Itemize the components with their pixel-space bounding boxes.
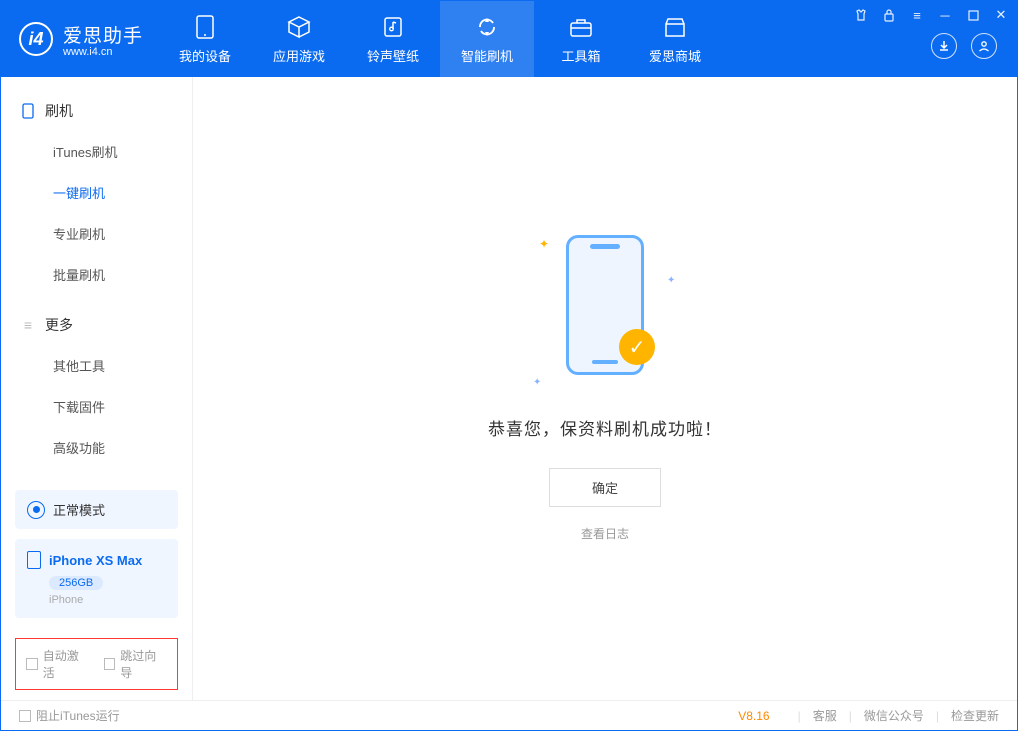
tab-my-device[interactable]: 我的设备 <box>158 1 252 77</box>
window-controls: ≡ ─ ✕ <box>853 7 1009 23</box>
ok-button[interactable]: 确定 <box>549 468 661 507</box>
sidebar-item-itunes-flash[interactable]: iTunes刷机 <box>53 131 192 172</box>
group-title: 刷机 <box>45 101 73 121</box>
user-icon[interactable] <box>971 33 997 59</box>
device-mode-card[interactable]: 正常模式 <box>15 490 178 529</box>
footer-link-update[interactable]: 检查更新 <box>951 707 999 724</box>
tab-label: 我的设备 <box>179 46 231 65</box>
success-illustration: ✦ ✦ ✦ ✓ <box>545 235 665 395</box>
checkmark-badge-icon: ✓ <box>619 329 655 365</box>
sidebar-group-more: ≡ 更多 <box>1 309 192 345</box>
minimize-button[interactable]: ─ <box>937 7 953 23</box>
tab-label: 铃声壁纸 <box>367 46 419 65</box>
music-icon <box>380 14 406 40</box>
sidebar-group-flash: 刷机 <box>1 95 192 131</box>
sparkle-icon: ✦ <box>667 275 675 283</box>
close-button[interactable]: ✕ <box>993 7 1009 23</box>
list-icon: ≡ <box>21 318 35 332</box>
sparkle-icon: ✦ <box>539 237 547 245</box>
tab-ringtones[interactable]: 铃声壁纸 <box>346 1 440 77</box>
logo-icon: i4 <box>19 22 53 56</box>
maximize-button[interactable] <box>965 7 981 23</box>
device-name: iPhone XS Max <box>49 553 142 568</box>
sidebar-item-pro-flash[interactable]: 专业刷机 <box>53 213 192 254</box>
tab-label: 工具箱 <box>562 46 601 65</box>
body: 刷机 iTunes刷机 一键刷机 专业刷机 批量刷机 ≡ 更多 其他工具 下载固… <box>1 77 1017 700</box>
version-label: V8.16 <box>738 709 769 723</box>
tab-apps[interactable]: 应用游戏 <box>252 1 346 77</box>
tab-label: 爱思商城 <box>649 46 701 65</box>
tab-flash[interactable]: 智能刷机 <box>440 1 534 77</box>
store-icon <box>662 14 688 40</box>
checkbox-block-itunes[interactable]: 阻止iTunes运行 <box>19 707 120 724</box>
lock-icon[interactable] <box>881 7 897 23</box>
mode-label: 正常模式 <box>53 500 105 519</box>
view-log-link[interactable]: 查看日志 <box>581 525 629 542</box>
sidebar-item-download-firmware[interactable]: 下载固件 <box>53 386 192 427</box>
sidebar-item-batch-flash[interactable]: 批量刷机 <box>53 254 192 295</box>
footer-link-support[interactable]: 客服 <box>813 707 837 724</box>
device-capacity: 256GB <box>49 576 103 590</box>
highlighted-options: 自动激活 跳过向导 <box>15 638 178 690</box>
menu-icon[interactable]: ≡ <box>909 7 925 23</box>
sidebar-item-oneclick-flash[interactable]: 一键刷机 <box>53 172 192 213</box>
phone-outline-icon <box>21 104 35 118</box>
tab-store[interactable]: 爱思商城 <box>628 1 722 77</box>
tab-toolbox[interactable]: 工具箱 <box>534 1 628 77</box>
sidebar-item-advanced[interactable]: 高级功能 <box>53 427 192 468</box>
checkbox-auto-activate[interactable]: 自动激活 <box>26 647 90 681</box>
tab-label: 应用游戏 <box>273 46 325 65</box>
shirt-icon[interactable] <box>853 7 869 23</box>
device-icon <box>192 14 218 40</box>
app-url: www.i4.cn <box>63 46 143 58</box>
device-type: iPhone <box>49 594 166 606</box>
phone-icon <box>27 551 41 569</box>
sidebar: 刷机 iTunes刷机 一键刷机 专业刷机 批量刷机 ≡ 更多 其他工具 下载固… <box>1 77 193 700</box>
refresh-icon <box>474 14 500 40</box>
titlebar: i4 爱思助手 www.i4.cn 我的设备 应用游戏 铃声壁纸 智能刷机 工具… <box>1 1 1017 77</box>
mode-dot-icon <box>27 501 45 519</box>
toolbox-icon <box>568 14 594 40</box>
sidebar-item-other-tools[interactable]: 其他工具 <box>53 345 192 386</box>
tab-label: 智能刷机 <box>461 46 513 65</box>
checkbox-skip-guide[interactable]: 跳过向导 <box>104 647 168 681</box>
main-tabs: 我的设备 应用游戏 铃声壁纸 智能刷机 工具箱 爱思商城 <box>158 1 722 77</box>
success-message: 恭喜您，保资料刷机成功啦！ <box>488 415 722 440</box>
group-title: 更多 <box>45 315 73 335</box>
sparkle-icon: ✦ <box>533 377 541 385</box>
download-icon[interactable] <box>931 33 957 59</box>
app-logo: i4 爱思助手 www.i4.cn <box>1 21 158 58</box>
device-info-card[interactable]: iPhone XS Max 256GB iPhone <box>15 539 178 618</box>
cube-icon <box>286 14 312 40</box>
statusbar: 阻止iTunes运行 V8.16 | 客服 | 微信公众号 | 检查更新 <box>1 700 1017 730</box>
app-name: 爱思助手 <box>63 21 143 48</box>
footer-link-wechat[interactable]: 微信公众号 <box>864 707 924 724</box>
main-content: ✦ ✦ ✦ ✓ 恭喜您，保资料刷机成功啦！ 确定 查看日志 <box>193 77 1017 700</box>
header-actions <box>931 33 997 59</box>
